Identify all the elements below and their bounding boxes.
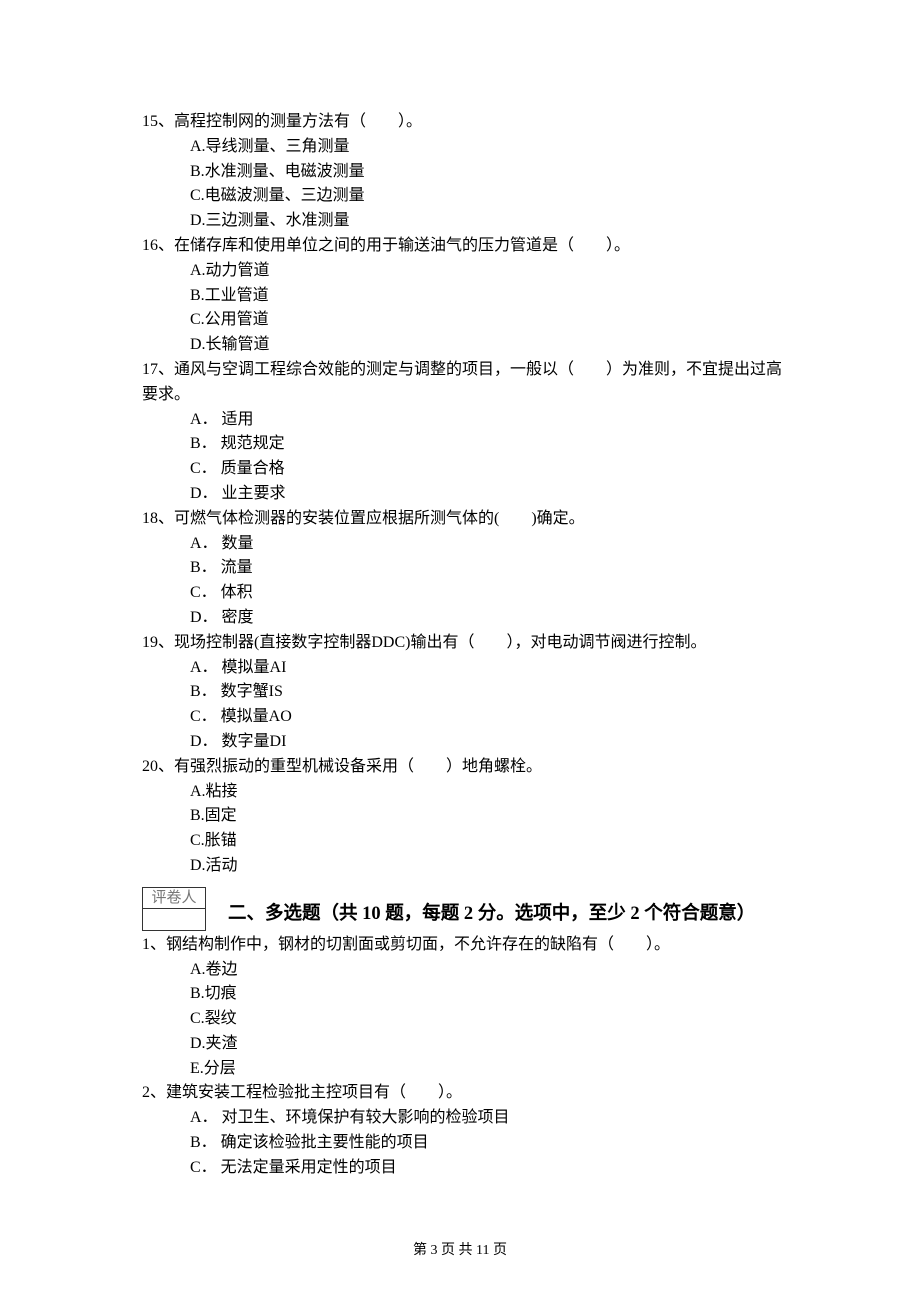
option-c: C． 无法定量采用定性的项目 bbox=[142, 1156, 790, 1181]
option-d: D． 业主要求 bbox=[142, 482, 790, 507]
option-d: D． 数字量DI bbox=[142, 730, 790, 755]
option-a: A.导线测量、三角测量 bbox=[142, 135, 790, 160]
page-footer: 第 3 页 共 11 页 bbox=[0, 1240, 920, 1262]
question-stem: 1、钢结构制作中，钢材的切割面或剪切面，不允许存在的缺陷有（ ）。 bbox=[142, 933, 790, 958]
question-19: 19、现场控制器(直接数字控制器DDC)输出有（ ），对电动调节阀进行控制。 A… bbox=[142, 631, 790, 755]
option-b: B． 数字蟹IS bbox=[142, 680, 790, 705]
question-stem: 18、可燃气体检测器的安装位置应根据所测气体的( )确定。 bbox=[142, 507, 790, 532]
exam-page: 15、高程控制网的测量方法有（ ）。 A.导线测量、三角测量 B.水准测量、电磁… bbox=[0, 0, 920, 1302]
option-a: A.卷边 bbox=[142, 958, 790, 983]
option-c: C.裂纹 bbox=[142, 1007, 790, 1032]
question-17: 17、通风与空调工程综合效能的测定与调整的项目，一般以（ ）为准则，不宜提出过高… bbox=[142, 358, 790, 507]
option-b: B． 流量 bbox=[142, 556, 790, 581]
question-stem: 15、高程控制网的测量方法有（ ）。 bbox=[142, 110, 790, 135]
section-2-header: 评卷人 二、多选题（共 10 题，每题 2 分。选项中，至少 2 个符合题意） bbox=[142, 883, 790, 931]
option-b: B.工业管道 bbox=[142, 284, 790, 309]
question-stem: 19、现场控制器(直接数字控制器DDC)输出有（ ），对电动调节阀进行控制。 bbox=[142, 631, 790, 656]
option-e: E.分层 bbox=[142, 1057, 790, 1082]
option-a: A.粘接 bbox=[142, 780, 790, 805]
option-a: A.动力管道 bbox=[142, 259, 790, 284]
option-b: B.切痕 bbox=[142, 982, 790, 1007]
option-a: A． 对卫生、环境保护有较大影响的检验项目 bbox=[142, 1106, 790, 1131]
section-multi-choice: 1、钢结构制作中，钢材的切割面或剪切面，不允许存在的缺陷有（ ）。 A.卷边 B… bbox=[142, 933, 790, 1181]
option-c: C.公用管道 bbox=[142, 308, 790, 333]
section-2-title: 二、多选题（共 10 题，每题 2 分。选项中，至少 2 个符合题意） bbox=[228, 900, 755, 931]
option-c: C.电磁波测量、三边测量 bbox=[142, 184, 790, 209]
question-stem: 20、有强烈振动的重型机械设备采用（ ）地角螺栓。 bbox=[142, 755, 790, 780]
option-b: B． 确定该检验批主要性能的项目 bbox=[142, 1131, 790, 1156]
option-d: D.夹渣 bbox=[142, 1032, 790, 1057]
question-stem: 16、在储存库和使用单位之间的用于输送油气的压力管道是（ ）。 bbox=[142, 234, 790, 259]
option-c: C.胀锚 bbox=[142, 829, 790, 854]
option-a: A． 数量 bbox=[142, 532, 790, 557]
option-a: A． 模拟量AI bbox=[142, 656, 790, 681]
option-b: B.固定 bbox=[142, 804, 790, 829]
option-c: C． 质量合格 bbox=[142, 457, 790, 482]
question-16: 16、在储存库和使用单位之间的用于输送油气的压力管道是（ ）。 A.动力管道 B… bbox=[142, 234, 790, 358]
question-15: 15、高程控制网的测量方法有（ ）。 A.导线测量、三角测量 B.水准测量、电磁… bbox=[142, 110, 790, 234]
option-d: D.三边测量、水准测量 bbox=[142, 209, 790, 234]
option-d: D． 密度 bbox=[142, 606, 790, 631]
option-b: B． 规范规定 bbox=[142, 432, 790, 457]
question-m1: 1、钢结构制作中，钢材的切割面或剪切面，不允许存在的缺陷有（ ）。 A.卷边 B… bbox=[142, 933, 790, 1082]
grader-box: 评卷人 bbox=[142, 887, 206, 931]
grader-label: 评卷人 bbox=[143, 888, 205, 909]
option-b: B.水准测量、电磁波测量 bbox=[142, 160, 790, 185]
question-stem: 17、通风与空调工程综合效能的测定与调整的项目，一般以（ ）为准则，不宜提出过高… bbox=[142, 358, 790, 408]
option-c: C． 体积 bbox=[142, 581, 790, 606]
section-single-choice-continued: 15、高程控制网的测量方法有（ ）。 A.导线测量、三角测量 B.水准测量、电磁… bbox=[142, 110, 790, 879]
option-a: A． 适用 bbox=[142, 408, 790, 433]
option-d: D.长输管道 bbox=[142, 333, 790, 358]
question-18: 18、可燃气体检测器的安装位置应根据所测气体的( )确定。 A． 数量 B． 流… bbox=[142, 507, 790, 631]
option-d: D.活动 bbox=[142, 854, 790, 879]
question-m2: 2、建筑安装工程检验批主控项目有（ ）。 A． 对卫生、环境保护有较大影响的检验… bbox=[142, 1081, 790, 1180]
question-20: 20、有强烈振动的重型机械设备采用（ ）地角螺栓。 A.粘接 B.固定 C.胀锚… bbox=[142, 755, 790, 879]
option-c: C． 模拟量AO bbox=[142, 705, 790, 730]
question-stem: 2、建筑安装工程检验批主控项目有（ ）。 bbox=[142, 1081, 790, 1106]
